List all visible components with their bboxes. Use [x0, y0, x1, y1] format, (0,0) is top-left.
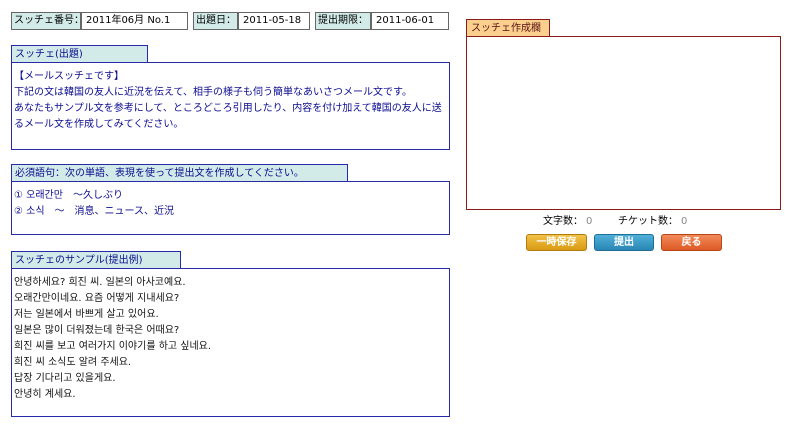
- sample-line: 안녕하세요? 희진 씨. 일본의 아사코예요.: [14, 277, 186, 288]
- required-words-title: 必須語句：次の単語、表現を使って提出文を作成してください。: [11, 164, 348, 181]
- issue-date-label: 出題日：: [193, 12, 238, 30]
- question-line: 下記の文は韓国の友人に近況を伝えて、相手の様子も伺う簡単なあいさつメール文です。: [14, 87, 412, 98]
- temporary-save-button[interactable]: 一時保存: [526, 234, 587, 251]
- sample-line: 일본은 많이 더워졌는데 한국은 어때요?: [14, 325, 180, 336]
- char-count-value: 0: [586, 216, 593, 227]
- question-section-body: 【メールスッチェです】 下記の文は韓国の友人に近況を伝えて、相手の様子も伺う簡単…: [11, 62, 450, 150]
- sample-line: 답장 기다리고 있을게요.: [14, 373, 116, 384]
- ticket-count: チケット数： 0: [618, 212, 687, 227]
- composer-title: スッチェ作成欄: [466, 19, 550, 36]
- char-count: 文字数： 0: [543, 212, 592, 227]
- deadline-value: 2011-06-01: [371, 12, 449, 30]
- question-line: 【メールスッチェです】: [14, 71, 124, 82]
- question-section-title: スッチェ(出題): [11, 45, 148, 62]
- sample-line: 희진 씨 소식도 알려 주세요.: [14, 357, 132, 368]
- question-line: あなたもサンプル文を参考にして、ところどころ引用したり、内容を付け加えて韓国の友…: [14, 103, 442, 114]
- deadline-label: 提出期限：: [315, 12, 371, 30]
- sample-line: 희진 씨를 보고 여러가지 이야기를 하고 싶네요.: [14, 341, 212, 352]
- sample-section-body: 안녕하세요? 희진 씨. 일본의 아사코예요. 오래간만이네요. 요즘 어떻게 …: [11, 268, 450, 417]
- required-word-item: ② 소식 ～ 消息、ニュース、近況: [14, 206, 175, 217]
- required-words-body: ① 오래간만 ～久しぶり ② 소식 ～ 消息、ニュース、近況: [11, 181, 450, 235]
- question-line: るメール文を作成してみてください。: [14, 119, 184, 130]
- exercise-number-value: 2011年06月 No.1: [81, 12, 188, 30]
- required-word-item: ① 오래간만 ～久しぶり: [14, 190, 123, 201]
- sample-line: 저는 일본에서 바쁘게 살고 있어요.: [14, 309, 159, 320]
- sample-line: 오래간만이네요. 요즘 어떻게 지내세요?: [14, 293, 180, 304]
- ticket-count-label: チケット数：: [618, 216, 678, 227]
- ticket-count-value: 0: [681, 216, 688, 227]
- char-count-label: 文字数：: [543, 216, 583, 227]
- composer-textarea[interactable]: [466, 36, 781, 210]
- issue-date-value: 2011-05-18: [238, 12, 310, 30]
- back-button[interactable]: 戻る: [661, 234, 722, 251]
- sample-line: 안녕히 계세요.: [14, 389, 76, 400]
- exercise-number-label: スッチェ番号：: [11, 12, 84, 30]
- submit-button[interactable]: 提出: [594, 234, 654, 251]
- sample-section-title: スッチェのサンプル(提出例): [11, 251, 181, 268]
